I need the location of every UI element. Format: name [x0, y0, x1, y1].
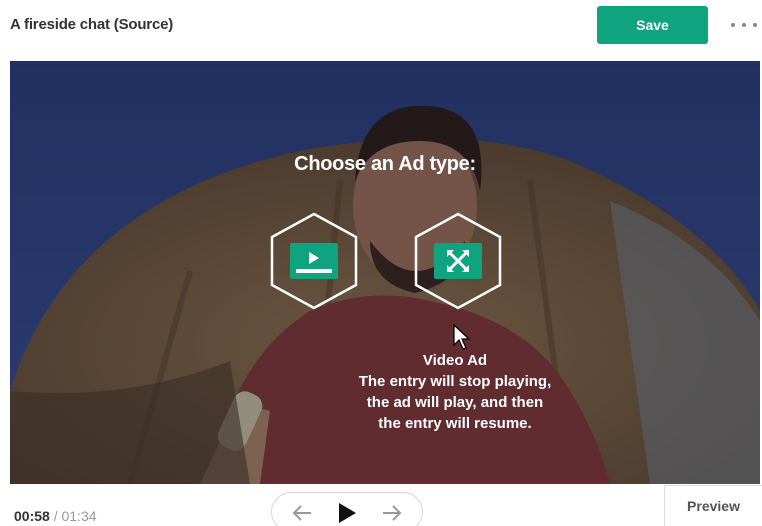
ad-description: Video Ad The entry will stop playing, th… — [310, 350, 600, 434]
save-button[interactable]: Save — [597, 6, 708, 44]
playback-controls — [271, 492, 423, 526]
total-time: 01:34 — [61, 508, 97, 524]
arrow-right-icon[interactable] — [380, 501, 404, 525]
ad-description-heading: Video Ad — [422, 352, 488, 369]
ad-type-prompt: Choose an Ad type: — [294, 153, 476, 175]
video-ad-button[interactable] — [268, 211, 360, 311]
playback-time: 00:58 / 01:34 — [14, 508, 97, 524]
more-options-icon[interactable] — [731, 17, 757, 33]
video-player[interactable]: Choose an Ad type: Video Ad The entry wi… — [10, 61, 760, 484]
ad-description-line: the entry will resume. — [378, 415, 532, 432]
expand-arrows-icon — [434, 243, 482, 279]
header: A fireside chat (Source) Save — [0, 0, 762, 52]
current-time: 00:58 — [14, 508, 50, 524]
video-ad-icon — [290, 243, 338, 279]
preview-tab[interactable]: Preview — [664, 485, 762, 526]
ad-description-line: The entry will stop playing, — [358, 373, 552, 390]
page-title: A fireside chat (Source) — [10, 16, 174, 33]
play-icon[interactable] — [335, 501, 359, 525]
overlay-ad-button[interactable] — [412, 211, 504, 311]
ad-description-line: the ad will play, and then — [366, 394, 544, 411]
mouse-cursor-icon — [453, 324, 471, 350]
arrow-left-icon[interactable] — [290, 501, 314, 525]
time-separator: / — [53, 508, 58, 524]
